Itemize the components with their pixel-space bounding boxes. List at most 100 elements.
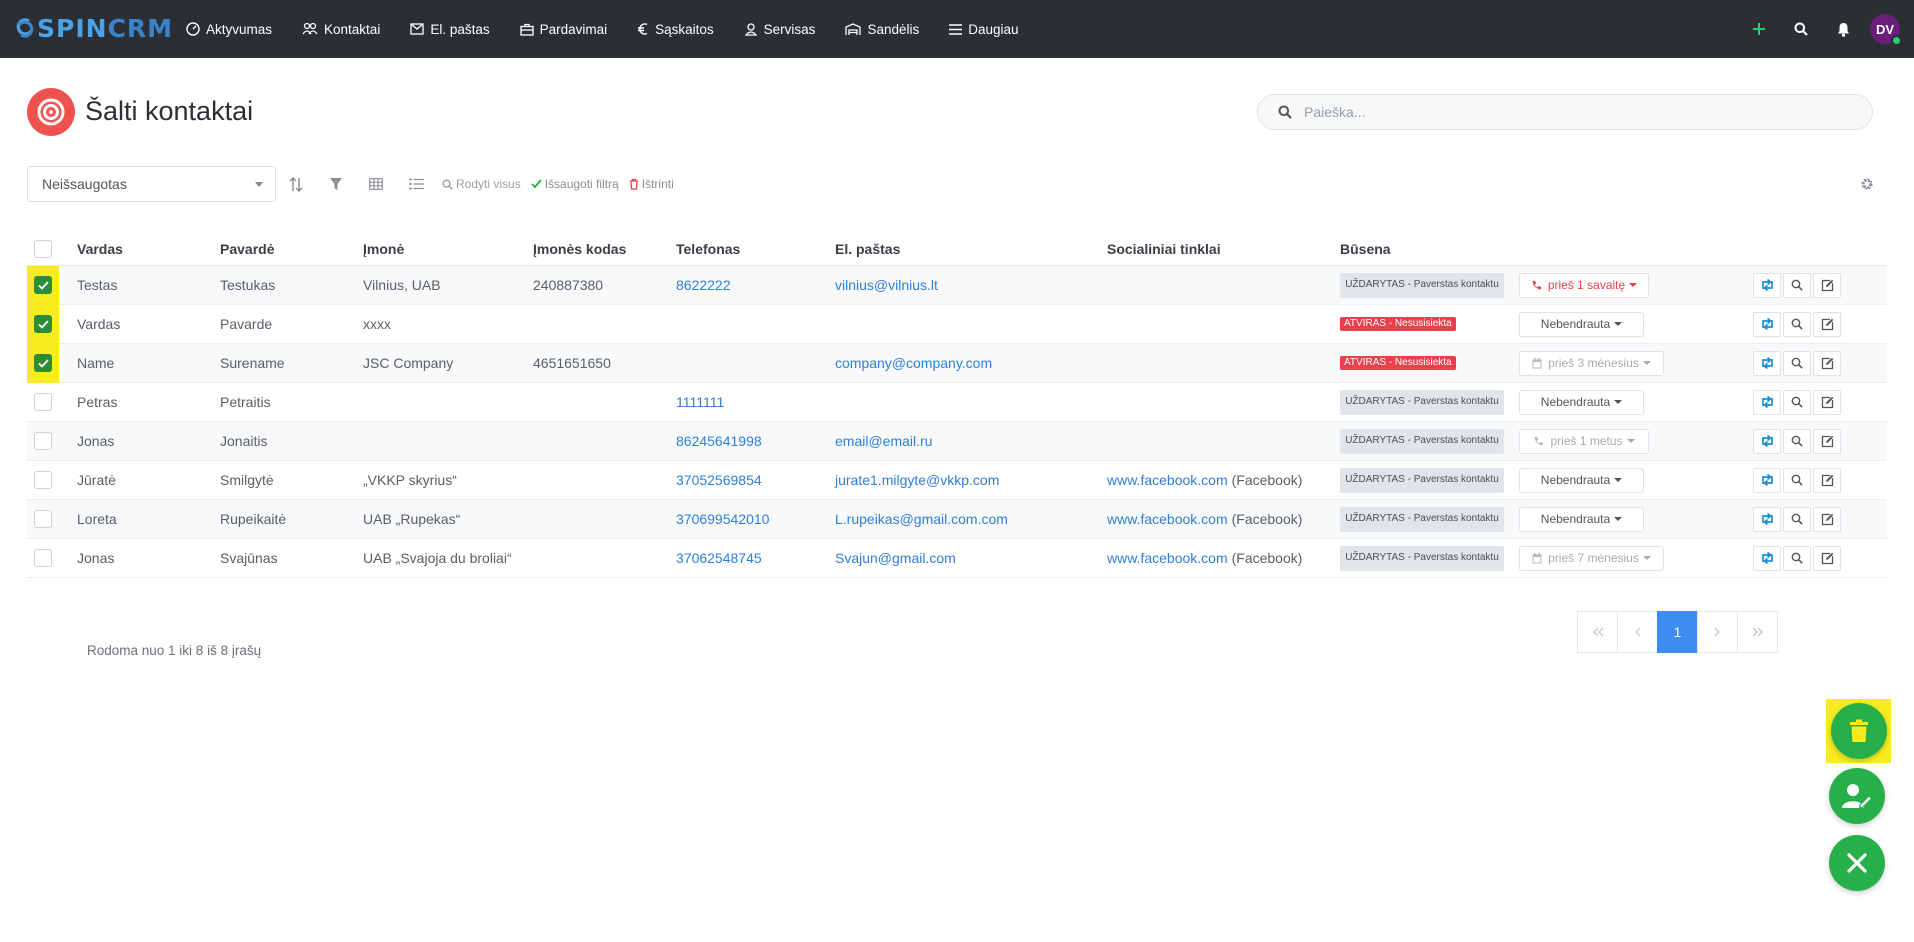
cell-email-link[interactable]: email@email.ru <box>835 422 932 460</box>
edit-button[interactable] <box>1813 272 1841 298</box>
social-link[interactable]: www.facebook.com <box>1107 550 1228 566</box>
list-view-button[interactable] <box>396 166 436 202</box>
view-button[interactable] <box>1783 350 1811 376</box>
last-contact-dropdown[interactable]: prieš 1 metus <box>1519 428 1649 454</box>
edit-button[interactable] <box>1813 350 1841 376</box>
nav-item-sandelis[interactable]: Sandėlis <box>845 22 919 37</box>
header-socialiniai-tinklai[interactable]: Socialiniai tinklai <box>1107 232 1221 266</box>
row-checkbox[interactable] <box>34 315 52 333</box>
row-checkbox[interactable] <box>34 471 52 489</box>
last-contact-dropdown[interactable]: prieš 1 savaitę <box>1519 272 1649 298</box>
edit-button[interactable] <box>1813 506 1841 532</box>
cell-telefonas-link[interactable]: 37062548745 <box>676 539 762 577</box>
save-filter-link[interactable]: Išsaugoti filtrą <box>531 177 619 191</box>
social-link[interactable]: www.facebook.com <box>1107 511 1228 527</box>
cell-email-link[interactable]: vilnius@vilnius.lt <box>835 266 938 304</box>
table-row[interactable]: Name Surename JSC Company 4651651650 company… <box>27 343 1887 383</box>
first-page-button[interactable] <box>1577 611 1618 653</box>
app-logo[interactable]: SPIN CRM <box>16 13 173 43</box>
settings-button[interactable] <box>1855 172 1879 196</box>
cell-telefonas-link[interactable]: 370699542010 <box>676 500 769 538</box>
nav-item-aktyvumas[interactable]: Aktyvumas <box>186 22 272 37</box>
last-page-button[interactable] <box>1737 611 1778 653</box>
header-telefonas[interactable]: Telefonas <box>676 232 740 266</box>
header-busena[interactable]: Būsena <box>1340 232 1391 266</box>
cell-telefonas-link[interactable]: 1111111 <box>676 383 724 421</box>
view-button[interactable] <box>1783 506 1811 532</box>
table-row[interactable]: Jonas Svajūnas UAB „Svajoja du broliai“ 370… <box>27 539 1887 578</box>
social-link[interactable]: www.facebook.com <box>1107 472 1228 488</box>
sort-button[interactable] <box>276 166 316 202</box>
search-box[interactable] <box>1257 94 1873 130</box>
page-1-button[interactable]: 1 <box>1657 611 1698 653</box>
header-el-pastas[interactable]: El. paštas <box>835 232 900 266</box>
header-imone[interactable]: Įmonė <box>363 232 404 266</box>
edit-button[interactable] <box>1813 428 1841 454</box>
convert-button[interactable] <box>1753 389 1781 415</box>
filter-button[interactable] <box>316 166 356 202</box>
delete-filter-link[interactable]: Ištrinti <box>629 177 674 191</box>
last-contact-dropdown[interactable]: prieš 7 mėnesius <box>1519 545 1664 571</box>
convert-button[interactable] <box>1753 311 1781 337</box>
table-row[interactable]: Testas Testukas Vilnius, UAB 240887380 86222… <box>27 265 1887 305</box>
search-input[interactable] <box>1304 104 1844 120</box>
delete-selected-fab[interactable] <box>1830 703 1887 759</box>
row-checkbox[interactable] <box>34 432 52 450</box>
nav-item-el-pastas[interactable]: El. paštas <box>410 22 490 37</box>
table-row[interactable]: Jūratė Smilgytė „VKKP skyrius“ 37052569854 j… <box>27 461 1887 500</box>
edit-contact-fab[interactable] <box>1829 768 1885 824</box>
user-avatar[interactable]: DV <box>1870 14 1902 46</box>
view-button[interactable] <box>1783 311 1811 337</box>
cell-telefonas-link[interactable]: 37052569854 <box>676 461 762 499</box>
cell-telefonas-link[interactable]: 86245641998 <box>676 422 762 460</box>
prev-page-button[interactable] <box>1617 611 1658 653</box>
row-checkbox[interactable] <box>34 393 52 411</box>
select-all-checkbox[interactable] <box>34 240 52 258</box>
nav-item-daugiau[interactable]: Daugiau <box>949 22 1019 37</box>
next-page-button[interactable] <box>1697 611 1738 653</box>
cell-email-link[interactable]: company@company.com <box>835 344 992 382</box>
edit-button[interactable] <box>1813 467 1841 493</box>
last-contact-dropdown[interactable]: Nebendrauta <box>1519 389 1644 415</box>
table-row[interactable]: Loreta Rupeikaitė UAB „Rupekas“ 37069954201… <box>27 500 1887 539</box>
convert-button[interactable] <box>1753 545 1781 571</box>
convert-button[interactable] <box>1753 428 1781 454</box>
search-button[interactable] <box>1780 0 1822 58</box>
show-all-link[interactable]: Rodyti visus <box>442 177 521 191</box>
last-contact-dropdown[interactable]: prieš 3 mėnesius <box>1519 350 1664 376</box>
edit-button[interactable] <box>1813 311 1841 337</box>
header-imones-kodas[interactable]: Įmonės kodas <box>533 232 626 266</box>
view-button[interactable] <box>1783 467 1811 493</box>
convert-button[interactable] <box>1753 272 1781 298</box>
saved-filter-select[interactable]: Neišsaugotas <box>27 166 276 202</box>
cell-email-link[interactable]: Svajun@gmail.com <box>835 539 956 577</box>
nav-item-kontaktai[interactable]: Kontaktai <box>302 22 380 37</box>
table-row[interactable]: Petras Petraitis 1111111 UŽDARYTAS - Pavers… <box>27 383 1887 422</box>
convert-button[interactable] <box>1753 467 1781 493</box>
view-button[interactable] <box>1783 389 1811 415</box>
last-contact-dropdown[interactable]: Nebendrauta <box>1519 506 1644 532</box>
convert-button[interactable] <box>1753 350 1781 376</box>
row-checkbox[interactable] <box>34 276 52 294</box>
table-row[interactable]: Vardas Pavarde xxxx ATVIRAS - Nesusisiekta N… <box>27 304 1887 344</box>
edit-button[interactable] <box>1813 389 1841 415</box>
convert-button[interactable] <box>1753 506 1781 532</box>
row-checkbox[interactable] <box>34 510 52 528</box>
nav-item-pardavimai[interactable]: Pardavimai <box>519 22 607 37</box>
view-button[interactable] <box>1783 272 1811 298</box>
table-view-button[interactable] <box>356 166 396 202</box>
nav-item-servisas[interactable]: Servisas <box>744 22 815 37</box>
view-button[interactable] <box>1783 428 1811 454</box>
cell-email-link[interactable]: jurate1.milgyte@vkkp.com <box>835 461 999 499</box>
header-vardas[interactable]: Vardas <box>77 232 123 266</box>
view-button[interactable] <box>1783 545 1811 571</box>
header-pavarde[interactable]: Pavardė <box>220 232 274 266</box>
add-button[interactable] <box>1738 0 1780 58</box>
last-contact-dropdown[interactable]: Nebendrauta <box>1519 311 1644 337</box>
nav-item-saskaitos[interactable]: Sąskaitos <box>637 22 714 37</box>
table-row[interactable]: Jonas Jonaitis 86245641998 email@email.ru UŽ… <box>27 422 1887 461</box>
row-checkbox[interactable] <box>34 549 52 567</box>
cell-telefonas-link[interactable]: 8622222 <box>676 266 731 304</box>
edit-button[interactable] <box>1813 545 1841 571</box>
last-contact-dropdown[interactable]: Nebendrauta <box>1519 467 1644 493</box>
